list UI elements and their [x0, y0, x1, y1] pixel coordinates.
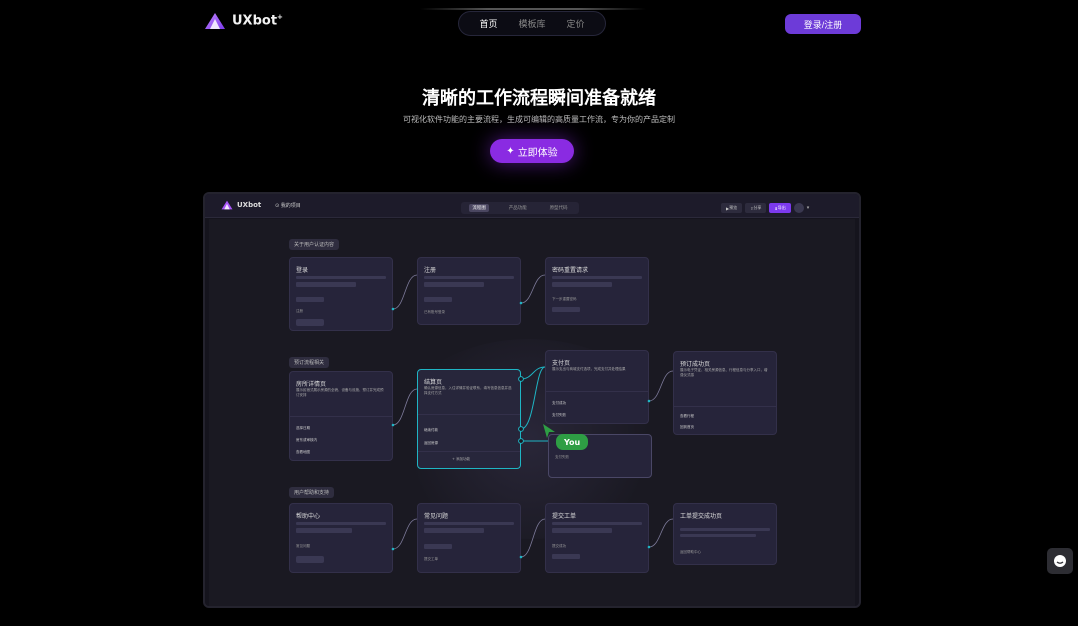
card-ticket-success[interactable]: 工单提交成功页 返回帮助中心: [673, 503, 777, 565]
card-title: 帮助中心: [296, 513, 321, 520]
export-button[interactable]: ⬇ 导出: [769, 203, 791, 213]
preview-brand: UXbot: [221, 200, 261, 210]
chat-bubble-icon: [1054, 555, 1066, 567]
card-title: 注册: [424, 267, 437, 274]
card-desc: 展示支出与商城支付选项，完成支付并处理结果: [552, 367, 626, 371]
hero-title: 清晰的工作流程瞬间准备就绪: [422, 88, 656, 109]
cursor-arrow-icon: [543, 424, 555, 438]
card-link[interactable]: 下一步重置密码: [552, 297, 577, 302]
brand-name: UXbot+: [232, 13, 283, 29]
card-link[interactable]: 注册: [296, 309, 303, 314]
preview-tabs: 流程图 产品功能 原型代码: [461, 202, 579, 214]
card-help-center[interactable]: 帮助中心 常见问题: [289, 503, 393, 573]
product-preview: UXbot ⊙ 我的项目 流程图 产品功能 原型代码 ▶ 预览 ⇪ 分享 ⬇ 导…: [203, 192, 861, 608]
card-title: 结算页: [424, 379, 443, 386]
chevron-down-icon[interactable]: ▾: [807, 205, 810, 211]
card-link[interactable]: 支付失败: [552, 413, 566, 418]
collaborator-cursor-label: You: [556, 434, 589, 450]
card-login[interactable]: 登录 注册: [289, 257, 393, 331]
card-link[interactable]: 常见问题: [296, 544, 310, 549]
sparkle-icon: ✦: [506, 145, 515, 157]
card-link[interactable]: 返回帮助中心: [680, 550, 701, 555]
chat-support-button[interactable]: [1047, 548, 1073, 574]
card-link[interactable]: 查看地图: [296, 450, 310, 455]
card-title: 预订成功页: [680, 361, 711, 368]
nav-item-home[interactable]: 首页: [479, 17, 497, 30]
share-button[interactable]: ⇪ 分享: [745, 203, 767, 213]
preview-actions: ▶ 预览 ⇪ 分享 ⬇ 导出 ▾: [721, 203, 809, 213]
preview-button[interactable]: ▶ 预览: [721, 203, 743, 213]
section-label-booking: 预订流程相关: [289, 357, 330, 368]
tab-product-features[interactable]: 产品功能: [506, 204, 530, 212]
flow-canvas[interactable]: 关于用户认证内容 预订流程相关 用户帮助和支持 登录 注册 注册 已有账号登录 …: [209, 219, 855, 606]
card-desc: 展示民宿式展示房源的全貌、设备与设施、预订并完成预订安排: [296, 388, 384, 397]
tab-prototype-code[interactable]: 原型代码: [547, 204, 571, 212]
nav-glow-line: [420, 8, 646, 10]
card-checkout[interactable]: 结算页 确认房源信息，入住详情并验证联系，填写信息信息并选择支付方式 继续付款 …: [417, 369, 521, 469]
preview-toolbar: UXbot ⊙ 我的项目 流程图 产品功能 原型代码 ▶ 预览 ⇪ 分享 ⬇ 导…: [205, 194, 859, 218]
card-listing-detail[interactable]: 房所详情页 展示民宿式展示房源的全貌、设备与设施、预订并完成预订安排 选择日期 …: [289, 371, 393, 461]
nav-item-pricing[interactable]: 定价: [566, 17, 584, 30]
card-link[interactable]: 继续付款: [424, 428, 438, 433]
section-label-help: 用户帮助和支持: [289, 487, 335, 498]
card-desc: 展示电子凭证、相关房源信息、行程信息与分享入口，增强仪式感: [680, 368, 768, 377]
add-node-button[interactable]: + 添加功能: [452, 457, 470, 462]
section-label-auth: 关于用户认证内容: [289, 239, 340, 250]
card-link[interactable]: 已有账号登录: [424, 310, 445, 315]
card-title: 支付页: [552, 360, 571, 367]
brand-logo[interactable]: UXbot+: [204, 12, 283, 30]
card-desc: 支付失败: [555, 455, 569, 459]
card-link[interactable]: 支付成功: [552, 401, 566, 406]
card-link[interactable]: 选择日期: [296, 426, 310, 431]
card-faq[interactable]: 常见问题 提交工单: [417, 503, 521, 573]
card-password-reset[interactable]: 密码重置请求 下一步重置密码: [545, 257, 649, 325]
card-booking-success[interactable]: 预订成功页 展示电子凭证、相关房源信息、行程信息与分享入口，增强仪式感 查看行程…: [673, 351, 777, 435]
card-link[interactable]: 查看行程: [680, 414, 694, 419]
try-now-label: 立即体验: [517, 147, 558, 159]
uxbot-logo-icon: [221, 200, 233, 210]
card-link[interactable]: 提交成功: [552, 544, 566, 549]
preview-project-name[interactable]: ⊙ 我的项目: [275, 202, 301, 209]
nav-item-templates[interactable]: 模板库: [518, 17, 545, 30]
avatar[interactable]: [793, 203, 804, 213]
card-desc: 确认房源信息，入住详情并验证联系，填写信息信息并选择支付方式: [424, 386, 512, 395]
card-title: 登录: [296, 267, 309, 274]
card-title: 工单提交成功页: [680, 513, 723, 520]
card-link[interactable]: 房东或审核内: [296, 438, 317, 443]
card-submit-ticket[interactable]: 提交工单 提交成功: [545, 503, 649, 573]
uxbot-logo-icon: [205, 13, 225, 29]
top-navigation: UXbot+ 首页 模板库 定价 登录/注册: [0, 0, 1078, 46]
card-title: 提交工单: [552, 513, 577, 520]
login-register-button[interactable]: 登录/注册: [785, 14, 861, 34]
card-title: 房所详情页: [296, 381, 327, 388]
main-nav: 首页 模板库 定价: [458, 11, 606, 36]
card-link[interactable]: 提交工单: [424, 557, 438, 562]
preview-brand-name: UXbot: [237, 201, 262, 209]
tab-flowchart[interactable]: 流程图: [469, 204, 489, 212]
card-title: 常见问题: [424, 513, 449, 520]
card-register[interactable]: 注册 已有账号登录: [417, 257, 521, 325]
card-link[interactable]: 返回房源: [424, 441, 438, 446]
card-payment[interactable]: 支付页 展示支出与商城支付选项，完成支付并处理结果 支付成功 支付失败: [545, 350, 649, 424]
hero-subtitle: 可视化软件功能的主要流程，生成可编辑的高质量工作流，专为你的产品定制: [403, 115, 675, 124]
card-title: 密码重置请求: [552, 267, 589, 274]
try-now-button[interactable]: ✦ 立即体验: [490, 139, 574, 163]
card-link[interactable]: 回到首页: [680, 425, 694, 430]
